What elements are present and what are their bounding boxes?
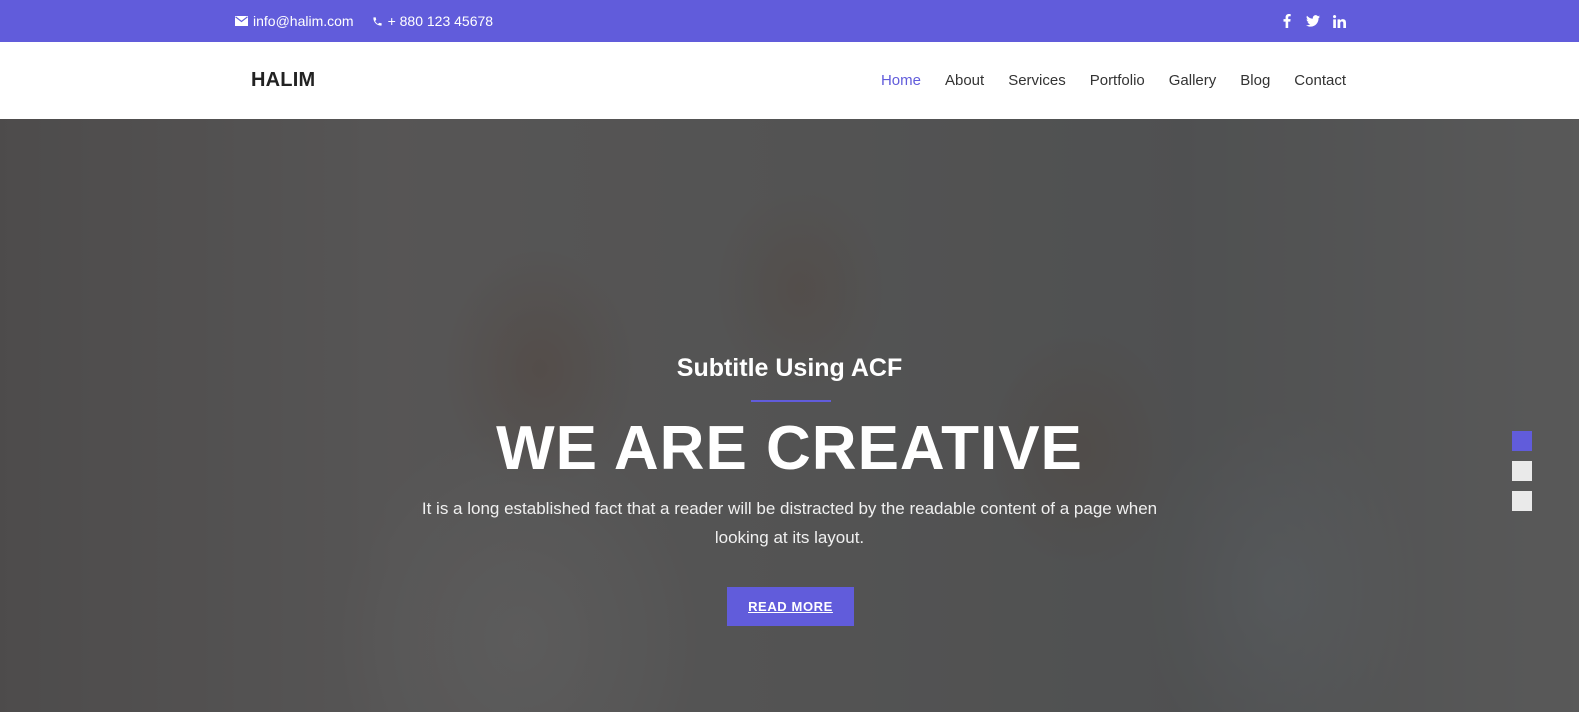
social-links — [1280, 0, 1346, 42]
top-bar: info@halim.com + 880 123 45678 — [0, 0, 1579, 42]
contact-info: info@halim.com + 880 123 45678 — [235, 0, 493, 42]
email-item[interactable]: info@halim.com — [235, 13, 354, 29]
email-text: info@halim.com — [253, 13, 354, 29]
nav-item-portfolio[interactable]: Portfolio — [1090, 72, 1145, 89]
hero-title: WE ARE CREATIVE — [496, 414, 1083, 483]
phone-icon — [372, 16, 382, 26]
hero-section: Subtitle Using ACF WE ARE CREATIVE It is… — [0, 119, 1579, 712]
hero-divider — [751, 400, 831, 402]
slider-indicator-3[interactable] — [1512, 491, 1532, 511]
hero-description: It is a long established fact that a rea… — [421, 499, 1158, 547]
nav-menu: Home About Services Portfolio Gallery Bl… — [881, 42, 1346, 119]
phone-item[interactable]: + 880 123 45678 — [372, 13, 494, 29]
nav-item-gallery[interactable]: Gallery — [1169, 72, 1217, 89]
linkedin-icon[interactable] — [1332, 14, 1346, 28]
phone-text: + 880 123 45678 — [387, 13, 494, 29]
read-more-button[interactable]: READ MORE — [727, 587, 854, 626]
slider-indicator-2[interactable] — [1512, 461, 1532, 481]
slider-indicators — [1512, 431, 1532, 511]
site-logo[interactable]: HALIM — [251, 42, 315, 119]
envelope-icon — [235, 16, 248, 26]
nav-item-home[interactable]: Home — [881, 72, 921, 89]
nav-item-about[interactable]: About — [945, 72, 984, 89]
nav-item-services[interactable]: Services — [1008, 72, 1066, 89]
twitter-icon[interactable] — [1306, 14, 1320, 28]
main-navbar: HALIM Home About Services Portfolio Gall… — [0, 42, 1579, 119]
hero-content: Subtitle Using ACF WE ARE CREATIVE It is… — [0, 119, 1579, 712]
nav-item-blog[interactable]: Blog — [1240, 72, 1270, 89]
nav-item-contact[interactable]: Contact — [1294, 72, 1346, 89]
slider-indicator-1[interactable] — [1512, 431, 1532, 451]
hero-subtitle: Subtitle Using ACF — [676, 354, 903, 382]
facebook-icon[interactable] — [1280, 14, 1294, 28]
